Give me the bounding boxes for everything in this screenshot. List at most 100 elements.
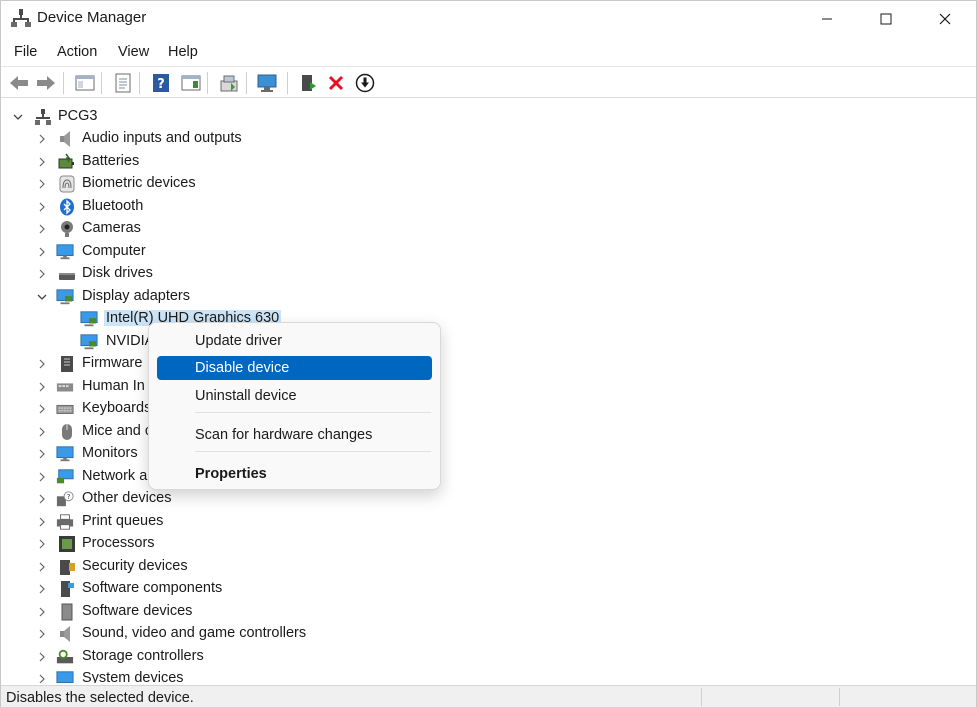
tree-category-storage-controllers[interactable]: Storage controllers bbox=[3, 646, 953, 668]
menu-view[interactable]: View bbox=[118, 44, 149, 60]
tree-category-mice[interactable]: Mice and c bbox=[3, 421, 953, 443]
chevron-down-icon[interactable] bbox=[36, 291, 48, 303]
scan-hardware-button[interactable] bbox=[256, 71, 280, 95]
tree-device-intel-uhd-630[interactable]: Intel(R) UHD Graphics 630 bbox=[3, 308, 953, 330]
chevron-right-icon[interactable] bbox=[36, 583, 48, 595]
chevron-right-icon[interactable] bbox=[36, 516, 48, 528]
tree-category-display-adapters[interactable]: Display adapters bbox=[3, 286, 953, 308]
tree-category-security-devices[interactable]: Security devices bbox=[3, 556, 953, 578]
chevron-down-icon[interactable] bbox=[12, 111, 24, 123]
chevron-right-icon[interactable] bbox=[36, 403, 48, 415]
display-adapter-icon bbox=[56, 289, 74, 305]
chevron-right-icon[interactable] bbox=[36, 156, 48, 168]
tree-category-computer[interactable]: Computer bbox=[3, 241, 953, 263]
chevron-right-icon[interactable] bbox=[36, 133, 48, 145]
device-manager-window: Device Manager File Action View Help ? P… bbox=[0, 0, 977, 707]
menu-item-label: Properties bbox=[195, 466, 267, 482]
tree-device-nvidia[interactable]: NVIDIA bbox=[3, 331, 953, 353]
chevron-right-icon[interactable] bbox=[36, 651, 48, 663]
tree-category-label: Software components bbox=[82, 580, 223, 596]
menu-item-properties[interactable]: Properties bbox=[157, 462, 432, 486]
maximize-button[interactable] bbox=[857, 1, 915, 37]
tree-category-print-queues[interactable]: Print queues bbox=[3, 511, 953, 533]
tree-category-software-devices[interactable]: Software devices bbox=[3, 601, 953, 623]
tree-category-bluetooth[interactable]: Bluetooth bbox=[3, 196, 953, 218]
vertical-scrollbar[interactable] bbox=[963, 101, 976, 683]
firmware-icon bbox=[61, 356, 73, 372]
chevron-right-icon[interactable] bbox=[36, 673, 48, 683]
tree-category-label: Monitors bbox=[82, 445, 138, 461]
display-adapter-icon bbox=[80, 334, 98, 350]
tree-category-human-interface[interactable]: Human In bbox=[3, 376, 953, 398]
minimize-icon bbox=[822, 18, 832, 20]
hid-icon bbox=[56, 383, 74, 392]
chevron-right-icon[interactable] bbox=[36, 448, 48, 460]
chevron-right-icon[interactable] bbox=[36, 606, 48, 618]
tree-category-processors[interactable]: Processors bbox=[3, 533, 953, 555]
speaker-icon bbox=[60, 131, 70, 147]
tree-category-biometric[interactable]: Biometric devices bbox=[3, 173, 953, 195]
tree-category-label: Audio inputs and outputs bbox=[82, 130, 242, 146]
window-title: Device Manager bbox=[37, 9, 147, 26]
chevron-right-icon[interactable] bbox=[36, 268, 48, 280]
battery-icon bbox=[58, 153, 74, 169]
disable-device-button[interactable] bbox=[353, 71, 377, 95]
tree-category-batteries[interactable]: Batteries bbox=[3, 151, 953, 173]
tree-category-label: Security devices bbox=[82, 558, 188, 574]
menu-bar: File Action View Help bbox=[1, 41, 976, 65]
menu-item-uninstall-device[interactable]: Uninstall device bbox=[157, 384, 432, 408]
status-divider bbox=[839, 688, 840, 706]
uninstall-device-button[interactable] bbox=[324, 71, 348, 95]
back-button[interactable] bbox=[7, 71, 31, 95]
menu-item-update-driver[interactable]: Update driver bbox=[157, 329, 432, 353]
tree-category-monitors[interactable]: Monitors bbox=[3, 443, 953, 465]
show-hide-console-tree-button[interactable] bbox=[73, 71, 97, 95]
chevron-right-icon[interactable] bbox=[36, 201, 48, 213]
tree-category-software-components[interactable]: Software components bbox=[3, 578, 953, 600]
chevron-right-icon[interactable] bbox=[36, 561, 48, 573]
tree-category-other-devices[interactable]: ? Other devices bbox=[3, 488, 953, 510]
tree-category-system-devices[interactable]: System devices bbox=[3, 668, 953, 683]
chevron-right-icon[interactable] bbox=[36, 358, 48, 370]
tree-category-disk-drives[interactable]: Disk drives bbox=[3, 263, 953, 285]
chevron-right-icon[interactable] bbox=[36, 471, 48, 483]
tree-root-pcg3[interactable]: PCG3 bbox=[3, 106, 953, 128]
menu-action[interactable]: Action bbox=[57, 44, 97, 60]
minimize-button[interactable] bbox=[798, 1, 856, 37]
tree-category-network[interactable]: Network a bbox=[3, 466, 953, 488]
tree-category-cameras[interactable]: Cameras bbox=[3, 218, 953, 240]
forward-button[interactable] bbox=[34, 71, 58, 95]
tree-category-label: Disk drives bbox=[82, 265, 153, 281]
chevron-right-icon[interactable] bbox=[36, 381, 48, 393]
help-button[interactable]: ? bbox=[149, 71, 173, 95]
action-pane-button[interactable] bbox=[179, 71, 203, 95]
update-driver-button[interactable] bbox=[217, 71, 241, 95]
properties-button[interactable] bbox=[111, 71, 135, 95]
menu-item-disable-device[interactable]: Disable device bbox=[157, 356, 432, 380]
system-icon bbox=[56, 671, 74, 683]
menu-item-scan-hardware[interactable]: Scan for hardware changes bbox=[157, 423, 432, 447]
tree-category-label: Keyboards bbox=[82, 400, 152, 416]
tree-category-audio[interactable]: Audio inputs and outputs bbox=[3, 128, 953, 150]
chevron-right-icon[interactable] bbox=[36, 538, 48, 550]
menu-help[interactable]: Help bbox=[168, 44, 198, 60]
software-device-icon bbox=[61, 603, 73, 621]
chevron-right-icon[interactable] bbox=[36, 426, 48, 438]
tree-category-label: Network a bbox=[82, 468, 148, 484]
update-driver-icon bbox=[220, 75, 238, 92]
menu-file[interactable]: File bbox=[14, 44, 37, 60]
tree-category-keyboards[interactable]: Keyboards bbox=[3, 398, 953, 420]
device-tree: PCG3 Audio inputs and outputs Batteries … bbox=[3, 101, 961, 683]
close-button[interactable] bbox=[916, 1, 974, 37]
back-icon bbox=[10, 76, 28, 90]
chevron-right-icon[interactable] bbox=[36, 246, 48, 258]
context-menu: Update driver Disable device Uninstall d… bbox=[148, 322, 441, 490]
chevron-right-icon[interactable] bbox=[36, 223, 48, 235]
chevron-right-icon[interactable] bbox=[36, 628, 48, 640]
status-text: Disables the selected device. bbox=[6, 690, 194, 706]
tree-category-firmware[interactable]: Firmware bbox=[3, 353, 953, 375]
chevron-right-icon[interactable] bbox=[36, 178, 48, 190]
chevron-right-icon[interactable] bbox=[36, 493, 48, 505]
enable-device-button[interactable] bbox=[297, 71, 321, 95]
tree-category-sound-video-game[interactable]: Sound, video and game controllers bbox=[3, 623, 953, 645]
